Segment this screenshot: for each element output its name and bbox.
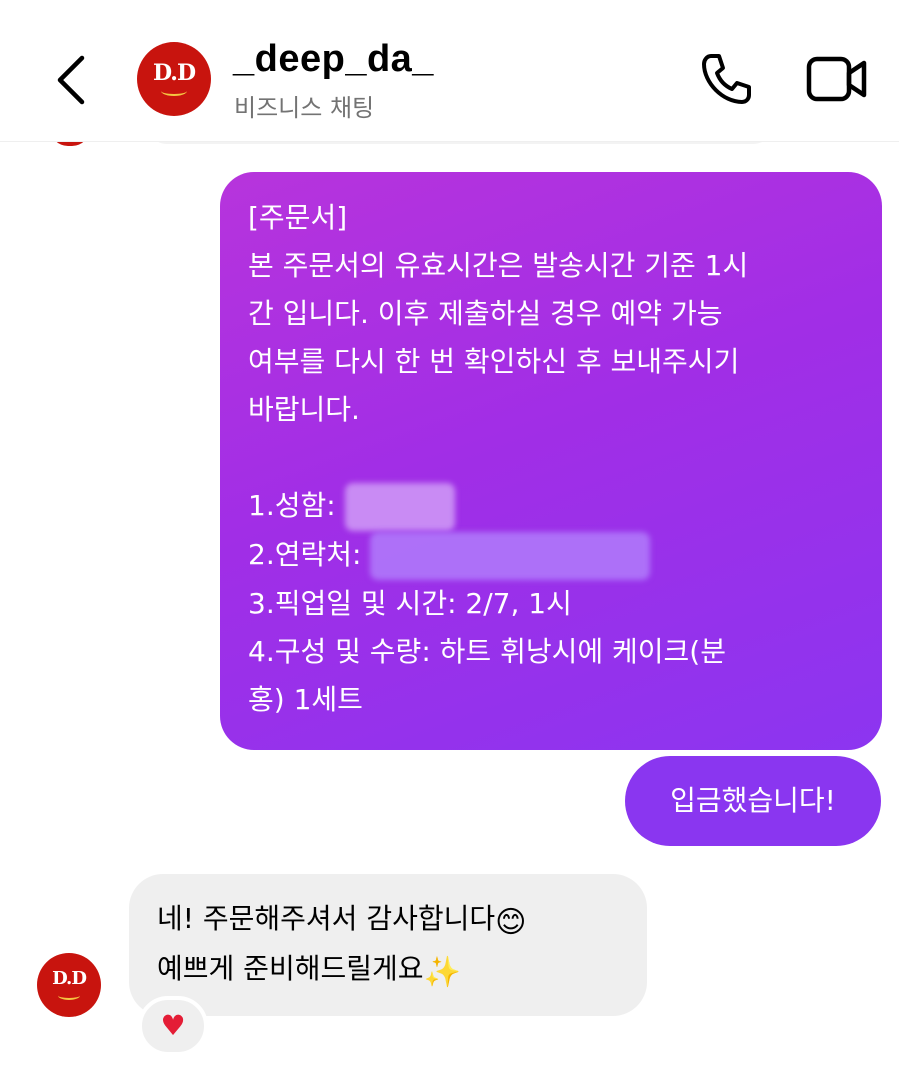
phone-icon [702, 54, 751, 104]
voice-call-button[interactable] [697, 50, 755, 108]
deposit-text: 입금했습니다! [670, 784, 836, 817]
composition-line-cont: 홍) 1세트 [248, 683, 363, 716]
message-line: [주문서] [248, 201, 348, 234]
reply-line-1: 네! 주문해주셔서 감사합니다😊 [157, 894, 619, 944]
contact-field-line: 2.연락처: [248, 531, 854, 580]
message-line: 여부를 다시 한 번 확인하신 후 보내주시기 [248, 345, 740, 378]
heart-icon: ♥ [160, 1009, 186, 1042]
video-camera-icon [806, 56, 867, 102]
reply-message[interactable]: 네! 주문해주셔서 감사합니다😊 예쁘게 준비해드릴게요✨ [129, 874, 647, 1016]
avatar-logo: D.D [152, 60, 196, 86]
message-line: 본 주문서의 유효시간은 발송시간 기준 1시 [248, 249, 749, 282]
contact-label: 2.연락처: [248, 538, 362, 571]
chat-type-label: 비즈니스 채팅 [234, 94, 375, 122]
heart-reaction[interactable]: ♥ [138, 996, 208, 1056]
reply-text-2: 예쁘게 준비해드릴게요 [157, 952, 424, 985]
contact-avatar[interactable]: D.D [137, 42, 211, 116]
sparkles-icon: ✨ [423, 955, 461, 990]
composition-line: 4.구성 및 수량: 하트 휘낭시에 케이크(분 [248, 635, 726, 668]
avatar-logo: D.D [52, 968, 87, 989]
message-line: 바랍니다. [248, 393, 360, 426]
sender-avatar[interactable]: D.D [37, 953, 101, 1017]
reply-line-2: 예쁘게 준비해드릴게요✨ [157, 944, 619, 994]
chevron-left-icon [57, 55, 85, 105]
chat-header: D.D _deep_da_ 비즈니스 채팅 [0, 0, 899, 142]
order-form-message[interactable]: [주문서] 본 주문서의 유효시간은 발송시간 기준 1시 간 입니다. 이후 … [220, 172, 882, 750]
name-label: 1.성함: [248, 489, 336, 522]
smiling-face-icon: 😊 [495, 905, 527, 940]
redacted-contact [370, 532, 651, 580]
avatar-smile-decoration [161, 86, 187, 96]
back-button[interactable] [50, 50, 96, 110]
name-field-line: 1.성함: [248, 482, 854, 531]
contact-username[interactable]: _deep_da_ [233, 38, 434, 81]
pickup-line: 3.픽업일 및 시간: 2/7, 1시 [248, 587, 572, 620]
message-line: 간 입니다. 이후 제출하실 경우 예약 가능 [248, 297, 723, 330]
redacted-name [344, 483, 455, 531]
video-call-button[interactable] [806, 55, 868, 103]
deposit-message[interactable]: 입금했습니다! [625, 756, 881, 846]
avatar-smile-decoration [58, 991, 80, 1000]
reply-text-1: 네! 주문해주셔서 감사합니다 [157, 902, 496, 935]
